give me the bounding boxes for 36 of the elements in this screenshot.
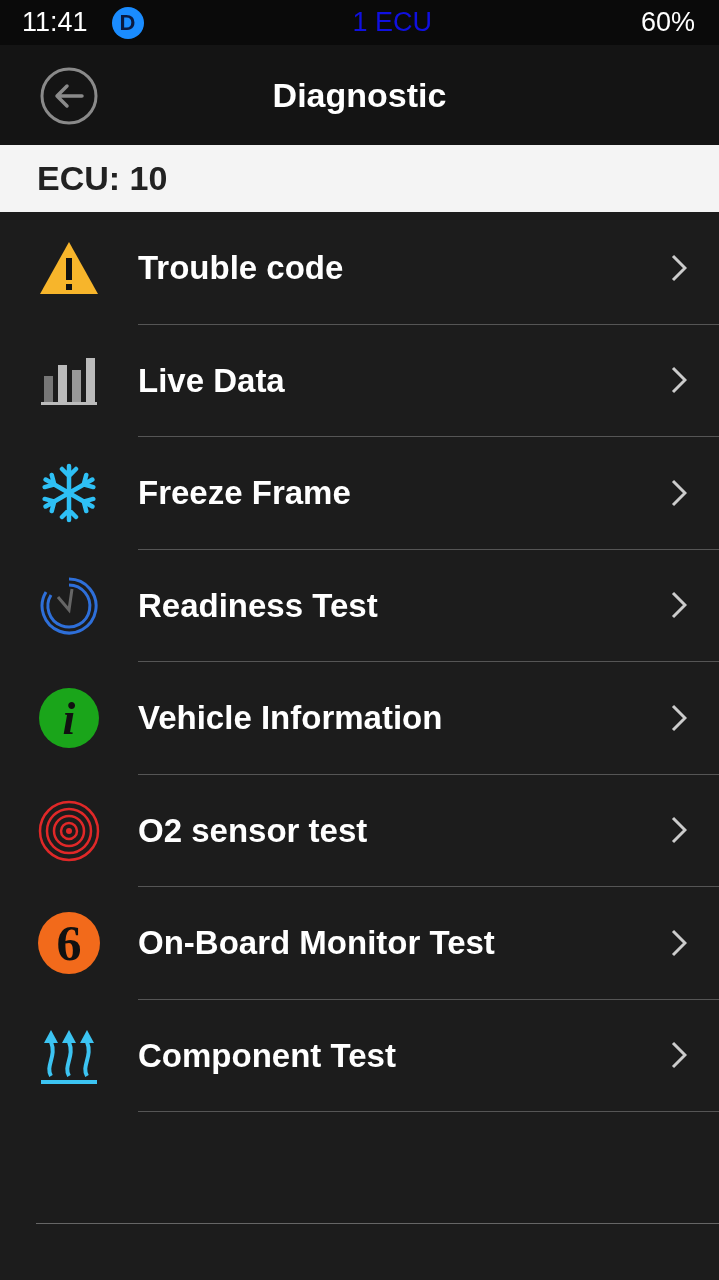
- chevron-icon: [671, 1041, 687, 1070]
- bar-chart-icon: [41, 355, 97, 406]
- chevron-icon: [671, 591, 687, 620]
- menu-item[interactable]: 6 On-Board Monitor Test: [0, 887, 719, 1000]
- menu-item[interactable]: O2 sensor test: [0, 774, 719, 887]
- menu-label: On-Board Monitor Test: [138, 923, 495, 963]
- connection-status: 1 ECU: [352, 6, 432, 40]
- app-badge: D: [111, 6, 144, 39]
- number-icon: 6: [38, 912, 100, 975]
- section-header: ECU: 10: [37, 158, 168, 199]
- menu-label: Readiness Test: [138, 585, 378, 626]
- menu-label: Vehicle Information: [138, 698, 443, 738]
- menu-label: Component Test: [138, 1035, 396, 1076]
- chevron-icon: [671, 253, 687, 282]
- menu-label: Freeze Frame: [138, 473, 351, 513]
- menu-item[interactable]: Freeze Frame: [0, 437, 719, 550]
- target-icon: [38, 799, 100, 862]
- menu-label: Trouble code: [138, 248, 344, 288]
- chevron-icon: [671, 703, 687, 732]
- status-time: 11:41: [22, 6, 88, 40]
- chevron-icon: [671, 478, 687, 507]
- warning-icon: [38, 240, 100, 297]
- info-icon: i: [39, 688, 99, 749]
- menu-item[interactable]: Live Data: [0, 324, 719, 437]
- chevron-icon: [671, 816, 687, 845]
- menu-label: Live Data: [138, 360, 285, 401]
- back-button[interactable]: [40, 67, 98, 125]
- menu-item[interactable]: i Vehicle Information: [0, 662, 719, 775]
- page-title: Diagnostic: [272, 74, 447, 116]
- battery-level: 60%: [640, 6, 695, 40]
- menu-item[interactable]: Readiness Test: [0, 549, 719, 662]
- chevron-icon: [671, 366, 687, 395]
- chevron-icon: [671, 928, 687, 957]
- menu-item[interactable]: Trouble code: [0, 212, 719, 325]
- menu-item[interactable]: Component Test: [0, 999, 719, 1112]
- menu-label: O2 sensor test: [138, 810, 368, 851]
